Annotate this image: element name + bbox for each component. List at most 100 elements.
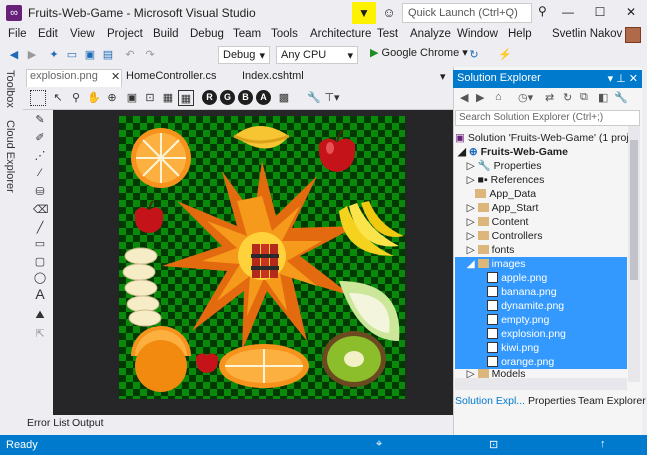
back-icon[interactable]: ◀ <box>460 91 468 104</box>
actual-size-icon[interactable]: ▣ <box>124 90 140 106</box>
blue-channel-button[interactable]: B <box>238 90 253 105</box>
tree-references[interactable]: ▷ ■▪ References <box>455 173 627 187</box>
tree-kiwi-png[interactable]: kiwi.png <box>455 341 627 355</box>
tree-explosion-png[interactable]: explosion.png <box>455 327 627 341</box>
navigate-back-icon[interactable]: ◀ <box>6 47 22 63</box>
tree-empty-png[interactable]: empty.png <box>455 313 627 327</box>
open-file-icon[interactable]: ▭ <box>64 47 80 63</box>
solution-configuration-select[interactable]: Debug ▾ <box>218 46 270 64</box>
new-project-icon[interactable]: ✦ <box>46 47 62 63</box>
airbrush-icon[interactable]: ⋰ <box>33 149 47 162</box>
menu-analyze[interactable]: Analyze <box>410 28 451 40</box>
tree-properties[interactable]: ▷ 🔧 Properties <box>455 159 627 173</box>
tree-banana-png[interactable]: banana.png <box>455 285 627 299</box>
ellipse-tool-icon[interactable]: ◯ <box>33 271 47 284</box>
refresh-icon[interactable]: ↻ <box>563 91 572 104</box>
maximize-button[interactable]: ☐ <box>584 0 616 24</box>
tree-dynamite-png[interactable]: dynamite.png <box>455 299 627 313</box>
red-channel-button[interactable]: R <box>202 90 217 105</box>
show-grid-icon[interactable]: ▦ <box>160 90 176 106</box>
menu-tools[interactable]: Tools <box>271 28 298 40</box>
close-icon[interactable]: ▾ ⊥ ✕ <box>608 72 638 85</box>
pending-changes-icon[interactable]: ◷▾ <box>518 91 533 104</box>
horizontal-scrollbar[interactable] <box>455 378 627 390</box>
solution-platform-select[interactable]: Any CPU ▾ <box>276 46 358 64</box>
undo-icon[interactable]: ↶ <box>122 47 138 63</box>
chevron-down-icon[interactable]: ▾ <box>440 70 446 83</box>
background-checkerboard-icon[interactable]: ▩ <box>276 90 292 106</box>
tab-error-list[interactable]: Error List <box>27 417 70 429</box>
tree-fonts[interactable]: ▷ fonts <box>455 243 627 257</box>
menu-build[interactable]: Build <box>153 28 179 40</box>
browser-link-icon[interactable]: ⚡ <box>497 47 513 63</box>
alpha-channel-button[interactable]: A <box>256 90 271 105</box>
tree-apple-png[interactable]: apple.png <box>455 271 627 285</box>
line-tool-icon[interactable]: ╱ <box>33 221 47 234</box>
tab-solution-explorer[interactable]: Solution Expl... <box>455 395 525 407</box>
green-channel-button[interactable]: G <box>220 90 235 105</box>
close-button[interactable]: ✕ <box>615 0 647 24</box>
tree-solution[interactable]: ▣ Solution 'Fruits-Web-Game' (1 proj <box>455 131 629 145</box>
rectangle-tool-icon[interactable]: ▭ <box>33 237 47 250</box>
tab-homecontroller-cs[interactable]: HomeController.cs <box>126 70 216 82</box>
menu-project[interactable]: Project <box>107 28 143 40</box>
filters-icon[interactable]: ⊤▾ <box>324 90 340 106</box>
tree-images[interactable]: ◢ images <box>455 257 627 271</box>
collapse-all-icon[interactable]: ⧉ <box>580 91 588 104</box>
quick-launch-input[interactable]: Quick Launch (Ctrl+Q) <box>402 3 532 23</box>
cloud-explorer-tab[interactable]: Cloud Explorer <box>4 120 16 193</box>
tree-app-start[interactable]: ▷ App_Start <box>455 201 627 215</box>
user-avatar[interactable] <box>625 27 641 43</box>
zoom-icon[interactable]: ⊕ <box>104 90 120 106</box>
eraser-icon[interactable]: ⌫ <box>33 203 49 216</box>
tree-content[interactable]: ▷ Content <box>455 215 627 229</box>
scrollbar-thumb[interactable] <box>630 140 638 280</box>
solution-explorer-search-input[interactable]: Search Solution Explorer (Ctrl+;) <box>455 110 640 126</box>
navigate-forward-icon[interactable]: ▶ <box>24 47 40 63</box>
stamp-tool-icon[interactable]: ⛰ <box>33 309 47 322</box>
brush-icon[interactable]: ✐ <box>33 131 47 144</box>
tab-output[interactable]: Output <box>72 417 104 429</box>
text-tool-icon[interactable]: A <box>33 286 47 302</box>
rotate-tool-icon[interactable]: ⇱ <box>33 327 47 340</box>
properties-icon[interactable]: 🔧 <box>614 91 628 104</box>
minimize-button[interactable]: — <box>552 0 584 24</box>
menu-file[interactable]: File <box>8 28 27 40</box>
tab-properties[interactable]: Properties <box>528 395 576 407</box>
tree-app-data[interactable]: App_Data <box>455 187 627 201</box>
tree-orange-png[interactable]: orange.png <box>455 355 627 369</box>
pan-hand-icon[interactable]: ✋ <box>86 90 102 106</box>
menu-view[interactable]: View <box>70 28 95 40</box>
fill-bucket-icon[interactable]: ⛁ <box>33 185 47 198</box>
menu-test[interactable]: Test <box>377 28 398 40</box>
pencil-icon[interactable]: ✎ <box>33 113 47 126</box>
toolbox-tab[interactable]: Toolbox <box>4 70 16 108</box>
eyedropper-icon[interactable]: ⁄ <box>33 167 47 179</box>
tab-index-cshtml[interactable]: Index.cshtml <box>242 70 304 82</box>
show-all-files-icon[interactable]: ◧ <box>598 91 608 104</box>
redo-icon[interactable]: ↷ <box>142 47 158 63</box>
lasso-select-icon[interactable]: ↖ <box>50 90 66 106</box>
tab-team-explorer[interactable]: Team Explorer <box>578 395 646 407</box>
refresh-icon[interactable]: ↻ <box>466 47 482 63</box>
menu-team[interactable]: Team <box>233 28 261 40</box>
notifications-flag-icon[interactable]: ▼ <box>352 2 376 24</box>
start-debugging-button[interactable]: ▶ Google Chrome ▾ <box>370 46 468 59</box>
menu-window[interactable]: Window <box>457 28 498 40</box>
menu-architecture[interactable]: Architecture <box>310 28 371 40</box>
tree-models[interactable]: ▷ Models <box>455 369 627 378</box>
home-icon[interactable]: ⌂ <box>495 91 502 103</box>
rectangle-selection-icon[interactable] <box>30 90 46 106</box>
tree-project[interactable]: ◢ ⊕ Fruits-Web-Game <box>455 145 627 159</box>
forward-icon[interactable]: ▶ <box>476 91 484 104</box>
feedback-smiley-icon[interactable]: ☺ <box>380 4 398 22</box>
menu-edit[interactable]: Edit <box>38 28 58 40</box>
zoom-to-fit-icon[interactable]: ⊡ <box>142 90 158 106</box>
explosion-image[interactable] <box>119 116 405 399</box>
show-pixel-grid-icon[interactable]: ▦ <box>178 90 194 106</box>
publish-icon[interactable]: ↑ <box>600 438 606 450</box>
magic-wand-icon[interactable]: ⚲ <box>68 90 84 106</box>
close-icon[interactable]: ✕ <box>111 70 120 83</box>
menu-help[interactable]: Help <box>508 28 532 40</box>
save-all-icon[interactable]: ▤ <box>100 47 116 63</box>
